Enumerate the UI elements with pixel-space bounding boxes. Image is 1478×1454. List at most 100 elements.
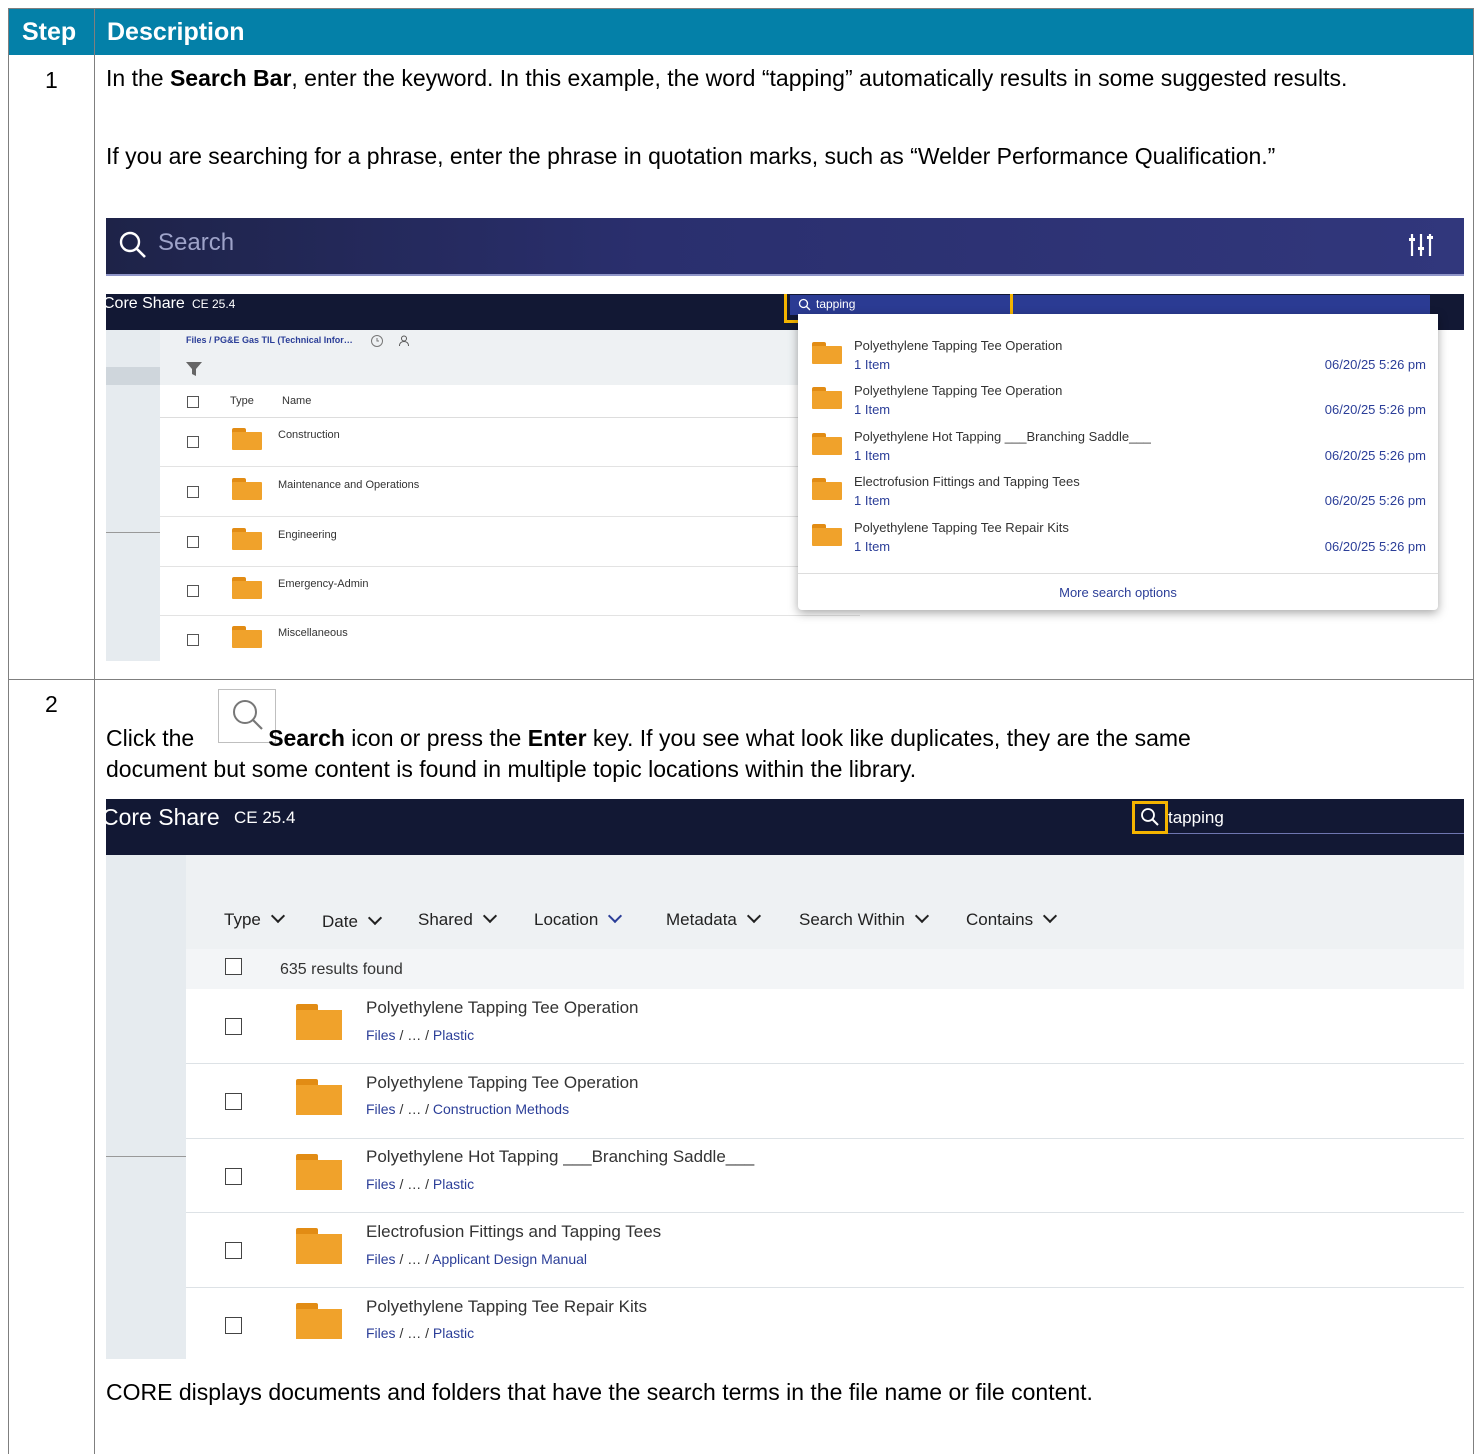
app-version: CE 25.4 [192, 297, 236, 311]
step2-footer-note: CORE displays documents and folders that… [106, 1379, 1093, 1405]
list-item[interactable]: Emergency-Admin [160, 566, 860, 616]
row-checkbox[interactable] [187, 486, 199, 498]
folder-name[interactable]: Emergency-Admin [278, 578, 368, 590]
chevron-down-icon [1043, 908, 1058, 924]
search-suggestions-dropdown: Polyethylene Tapping Tee Operation 1 Ite… [798, 314, 1438, 610]
result-path: Files / … / Plastic [366, 1176, 475, 1192]
step1-phrase-tip: If you are searching for a phrase, enter… [106, 143, 1276, 169]
result-path: Files / … / Plastic [366, 1027, 475, 1043]
chevron-down-icon [482, 908, 497, 924]
column-divider [94, 9, 95, 1454]
filter-metadata[interactable]: Metadata [666, 908, 761, 930]
filter-icon[interactable] [186, 362, 202, 376]
suggestion-item[interactable]: Polyethylene Tapping Tee Operation 1 Ite… [798, 334, 1438, 378]
filter-toolbar [186, 855, 1464, 949]
folder-icon [296, 1228, 342, 1264]
folder-name[interactable]: Construction [278, 429, 340, 441]
row-checkbox[interactable] [225, 1168, 242, 1185]
folder-icon [232, 478, 262, 500]
filter-shared[interactable]: Shared [418, 908, 497, 930]
folder-icon [232, 626, 262, 648]
step-number-1: 1 [45, 67, 58, 93]
folder-icon [232, 577, 262, 599]
user-share-icon[interactable] [398, 334, 412, 348]
suggestion-item[interactable]: Polyethylene Tapping Tee Operation 1 Ite… [798, 379, 1438, 423]
chevron-down-icon [367, 910, 382, 926]
screenshot-search-suggestions: Core Share CE 25.4 tapping Files / PG&E … [106, 294, 1464, 661]
folder-icon [812, 433, 842, 455]
row-checkbox[interactable] [225, 1242, 242, 1259]
folder-name[interactable]: Maintenance and Operations [278, 479, 419, 491]
result-title[interactable]: Polyethylene Tapping Tee Operation [366, 998, 639, 1018]
select-all-checkbox[interactable] [225, 958, 242, 975]
result-title[interactable]: Polyethylene Tapping Tee Repair Kits [366, 1297, 647, 1317]
folder-name[interactable]: Engineering [278, 529, 337, 541]
filter-type[interactable]: Type [224, 908, 285, 930]
list-item[interactable]: Maintenance and Operations [160, 467, 860, 517]
suggestion-item[interactable]: Electrofusion Fittings and Tapping Tees … [798, 470, 1438, 514]
filter-date[interactable]: Date [322, 910, 382, 932]
breadcrumb[interactable]: Files / PG&E Gas TIL (Technical Infor… [186, 335, 353, 345]
search-query[interactable]: tapping [1168, 808, 1224, 828]
header-description: Description [107, 18, 245, 46]
row-checkbox[interactable] [225, 1093, 242, 1110]
row-checkbox[interactable] [187, 436, 199, 448]
highlight-box [1132, 801, 1168, 834]
screenshot-search-results: Core Share CE 25.4 tapping Type Date Sha… [106, 799, 1464, 1359]
more-search-options-link[interactable]: More search options [798, 585, 1438, 600]
header-step: Step [22, 18, 77, 46]
folder-icon [812, 342, 842, 364]
result-title[interactable]: Electrofusion Fittings and Tapping Tees [366, 1222, 661, 1242]
results-header: 635 results found [186, 949, 1464, 989]
folder-icon [296, 1303, 342, 1339]
filter-contains[interactable]: Contains [966, 908, 1058, 930]
folder-name[interactable]: Miscellaneous [278, 627, 348, 639]
column-name[interactable]: Name [282, 395, 311, 407]
filter-location[interactable]: Location [534, 908, 623, 930]
search-bar[interactable]: Search [106, 218, 1464, 276]
app-title: Core Share [106, 804, 220, 830]
result-path: Files / … / Construction Methods [366, 1101, 570, 1117]
row-divider [9, 679, 1473, 680]
select-all-checkbox[interactable] [187, 396, 199, 408]
chevron-down-icon [746, 908, 761, 924]
list-item[interactable]: Engineering [160, 517, 860, 567]
table-row[interactable]: Electrofusion Fittings and Tapping Tees … [186, 1213, 1464, 1287]
app-top-bar: Core Share CE 25.4 tapping [106, 799, 1464, 855]
chevron-down-icon [608, 908, 623, 924]
row-checkbox[interactable] [187, 634, 199, 646]
folder-icon [812, 478, 842, 500]
search-placeholder: Search [158, 229, 235, 256]
row-checkbox[interactable] [225, 1317, 242, 1334]
table-row[interactable]: Polyethylene Hot Tapping ___Branching Sa… [186, 1139, 1464, 1213]
chevron-down-icon [914, 908, 929, 924]
suggestion-item[interactable]: Polyethylene Hot Tapping ___Branching Sa… [798, 425, 1438, 469]
chevron-down-icon [270, 908, 285, 924]
app-title: Core Share [106, 295, 185, 312]
side-nav [106, 855, 186, 1359]
step1-instruction: In the Search Bar, enter the keyword. In… [106, 65, 1348, 91]
row-checkbox[interactable] [225, 1018, 242, 1035]
row-checkbox[interactable] [187, 585, 199, 597]
result-title[interactable]: Polyethylene Tapping Tee Operation [366, 1073, 639, 1093]
row-checkbox[interactable] [187, 536, 199, 548]
filter-search-within[interactable]: Search Within [799, 908, 929, 930]
column-type[interactable]: Type [230, 395, 254, 407]
clock-icon[interactable] [370, 334, 384, 348]
table-row[interactable]: Polyethylene Tapping Tee Operation Files… [186, 989, 1464, 1063]
table-row[interactable]: Polyethylene Tapping Tee Repair Kits Fil… [186, 1288, 1464, 1359]
folder-icon [812, 524, 842, 546]
app-version: CE 25.4 [234, 808, 296, 827]
step-number-2: 2 [45, 691, 58, 717]
step2-instruction: Click the Search icon or press the Enter … [106, 725, 1191, 782]
filter-sliders-icon[interactable] [1406, 230, 1436, 260]
search-icon [119, 231, 146, 258]
table-header: Step Description [9, 9, 1473, 55]
result-path: Files / … / Plastic [366, 1325, 475, 1341]
table-row[interactable]: Polyethylene Tapping Tee Operation Files… [186, 1064, 1464, 1138]
folder-icon [812, 387, 842, 409]
list-item[interactable]: Miscellaneous [160, 616, 860, 661]
result-title[interactable]: Polyethylene Hot Tapping ___Branching Sa… [366, 1147, 754, 1167]
list-item[interactable]: Construction [160, 417, 860, 467]
suggestion-item[interactable]: Polyethylene Tapping Tee Repair Kits 1 I… [798, 516, 1438, 560]
